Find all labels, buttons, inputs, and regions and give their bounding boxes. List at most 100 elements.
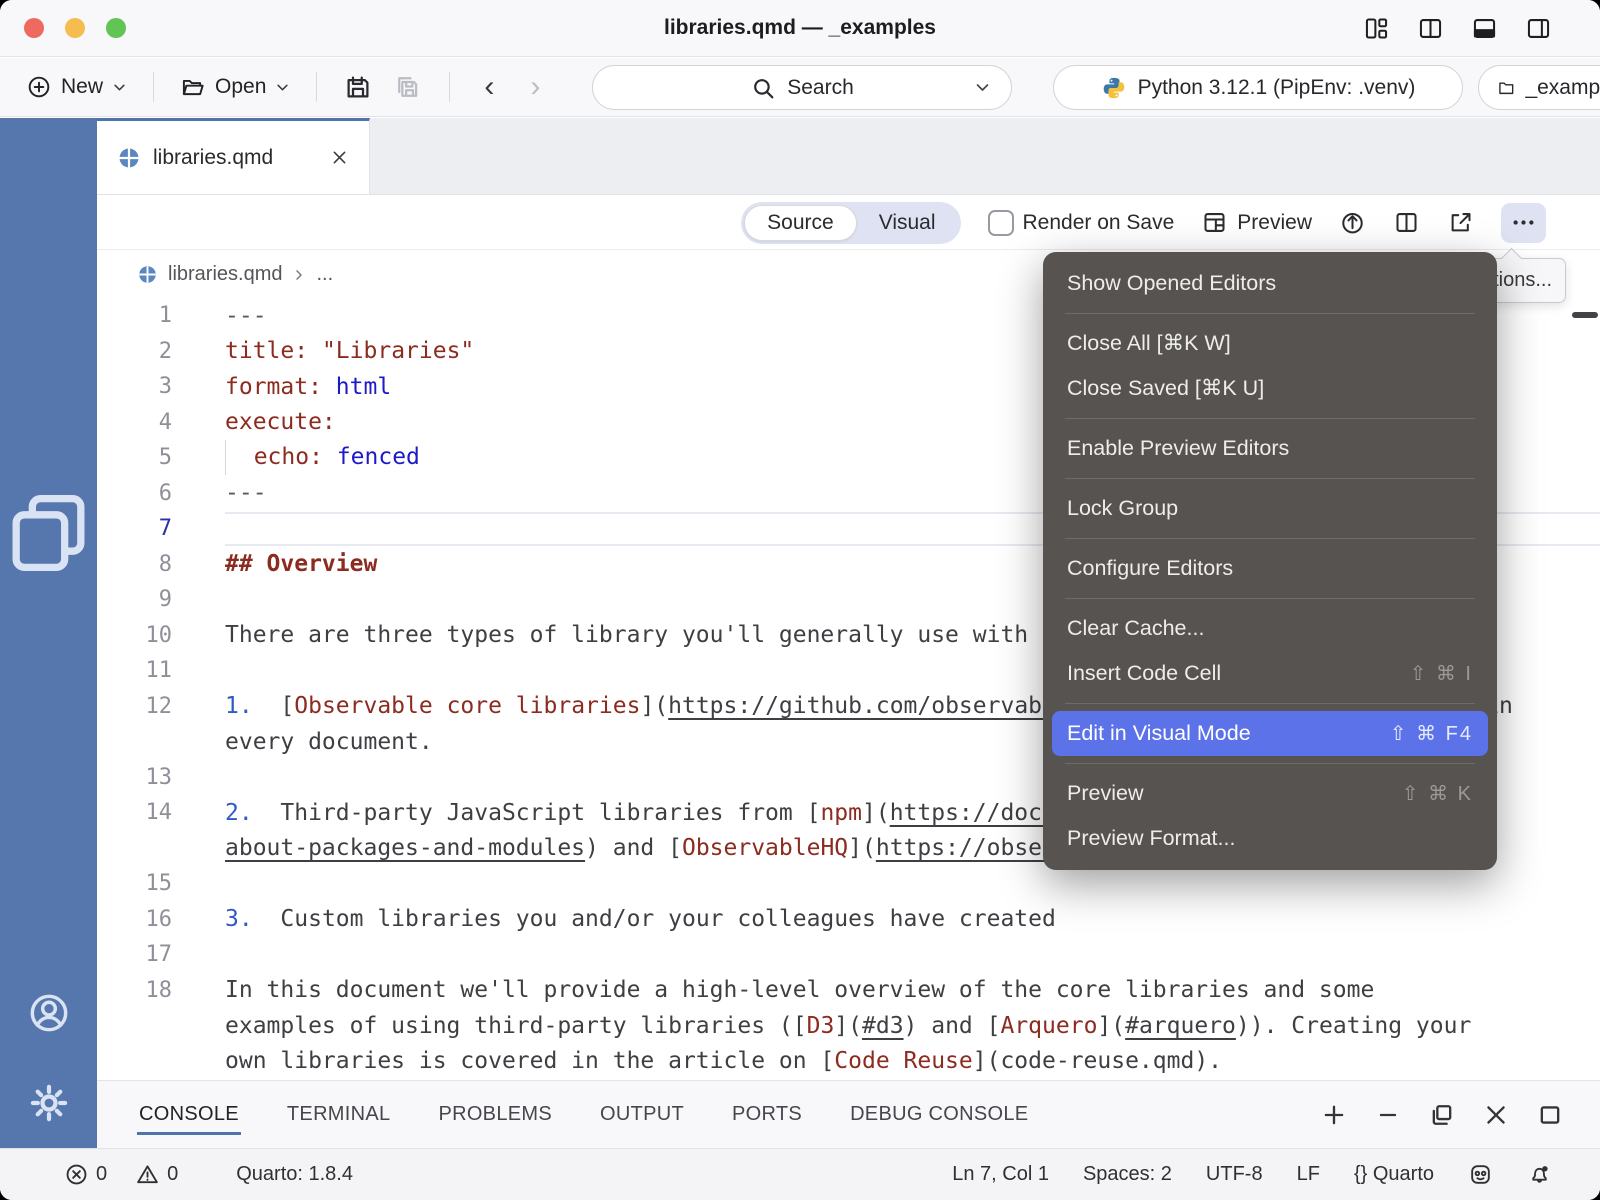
line-number: 15 [97, 871, 172, 896]
status-item-spaces-2[interactable]: Spaces: 2 [1083, 1163, 1172, 1186]
status-item-0[interactable]: 0 [64, 1162, 107, 1187]
chevron-down-icon [974, 79, 991, 96]
status-item-utf-8[interactable]: UTF-8 [1206, 1163, 1263, 1186]
source-mode-button[interactable]: Source [744, 205, 857, 241]
open-external-icon[interactable] [1447, 209, 1474, 236]
interpreter-selector[interactable]: Python 3.12.1 (PipEnv: .venv) [1053, 65, 1463, 110]
search-icon [750, 75, 776, 101]
split-editor-layout-icon[interactable] [1417, 15, 1444, 42]
menu-item-close-all-k-w[interactable]: Close All [⌘K W] [1043, 321, 1497, 366]
panel-actions [1320, 1101, 1600, 1129]
line-number: 10 [97, 623, 172, 648]
status-left: 0 0 Quarto: 1.8.4 [64, 1162, 367, 1187]
menu-shortcut: ⇧ ⌘ F4 [1390, 721, 1473, 746]
folder-icon [1497, 75, 1515, 101]
menu-item-enable-preview-editors[interactable]: Enable Preview Editors [1043, 426, 1497, 471]
panel-tab-debug-console[interactable]: DEBUG CONSOLE [848, 1095, 1030, 1135]
code-text: every document. [225, 729, 433, 755]
save-all-icon[interactable] [393, 72, 423, 102]
preview-button[interactable]: Preview [1201, 209, 1312, 236]
breadcrumb-more[interactable]: ... [316, 263, 333, 286]
panel-tab-terminal[interactable]: TERMINAL [285, 1095, 393, 1135]
code-text: format: html [225, 374, 391, 400]
preview-icon [1201, 209, 1228, 236]
quarto-file-icon [117, 146, 141, 170]
menu-item-preview[interactable]: Preview⇧ ⌘ K [1043, 771, 1497, 816]
layout-customize-icon[interactable] [1363, 15, 1390, 42]
menu-item-configure-editors[interactable]: Configure Editors [1043, 546, 1497, 591]
line-number: 8 [97, 552, 172, 577]
close-tab-icon[interactable] [330, 148, 349, 167]
code-line[interactable]: 17 [97, 937, 1600, 973]
status-item-0[interactable]: 0 [135, 1162, 178, 1187]
code-line[interactable]: own libraries is covered in the article … [97, 1044, 1600, 1080]
ellipsis-icon [1510, 209, 1537, 236]
code-text: echo: fenced [225, 440, 420, 475]
code-text: examples of using third-party libraries … [225, 1013, 1471, 1039]
menu-item-edit-in-visual-mode[interactable]: Edit in Visual Mode⇧ ⌘ F4 [1052, 711, 1488, 756]
activity-bar-bottom [26, 990, 72, 1126]
save-icon[interactable] [343, 72, 373, 102]
status-item-feedback-smiley-icon[interactable] [1468, 1162, 1493, 1187]
panel-tab-console[interactable]: CONSOLE [137, 1095, 241, 1135]
bell-icon [1527, 1162, 1552, 1187]
forward-button[interactable]: › [522, 70, 548, 104]
panel-tab-problems[interactable]: PROBLEMS [436, 1095, 554, 1135]
restore-icon[interactable] [1428, 1101, 1456, 1129]
line-number: 12 [97, 694, 172, 719]
code-line[interactable]: examples of using third-party libraries … [97, 1008, 1600, 1044]
status-right: Ln 7, Col 1 Spaces: 2 UTF-8 LF {} Quarto [952, 1162, 1552, 1187]
status-item-lf[interactable]: LF [1297, 1163, 1320, 1186]
folder-open-icon [180, 74, 206, 100]
more-actions-button[interactable] [1501, 203, 1546, 243]
secondary-sidebar-icon[interactable] [1525, 15, 1552, 42]
code-line[interactable]: 18In this document we'll provide a high-… [97, 973, 1600, 1009]
status-item-quarto[interactable]: {} Quarto [1354, 1163, 1434, 1186]
line-number: 17 [97, 942, 172, 967]
status-item-ln-7-col-1[interactable]: Ln 7, Col 1 [952, 1163, 1049, 1186]
open-button[interactable]: Open [180, 74, 290, 100]
line-number: 9 [97, 587, 172, 612]
plus-icon[interactable] [1320, 1101, 1348, 1129]
status-item-bell-icon[interactable] [1527, 1162, 1552, 1187]
status-bar: 0 0 Quarto: 1.8.4 Ln 7, Col 1 Spaces: 2 UTF-… [0, 1148, 1600, 1200]
menu-item-clear-cache[interactable]: Clear Cache... [1043, 606, 1497, 651]
code-text: title: "Libraries" [225, 338, 474, 364]
menu-item-close-saved-k-u[interactable]: Close Saved [⌘K U] [1043, 366, 1497, 411]
visual-mode-button[interactable]: Visual [857, 205, 958, 241]
code-line[interactable]: 163. Custom libraries you and/or your co… [97, 902, 1600, 938]
maximize-panel-icon[interactable] [1536, 1101, 1564, 1129]
back-button[interactable]: ‹ [476, 70, 502, 104]
account-icon[interactable] [26, 990, 72, 1036]
new-button[interactable]: New [26, 74, 127, 100]
line-number: 7 [97, 516, 172, 541]
menu-divider [1065, 703, 1475, 704]
menu-divider [1065, 478, 1475, 479]
code-text: ## Overview [225, 551, 377, 577]
menu-item-preview-format[interactable]: Preview Format... [1043, 816, 1497, 861]
divider [316, 72, 317, 102]
panel-tab-ports[interactable]: PORTS [730, 1095, 804, 1135]
menu-item-show-opened-editors[interactable]: Show Opened Editors [1043, 261, 1497, 306]
explorer-icon[interactable] [0, 145, 97, 921]
quarto-file-icon [137, 264, 158, 285]
minimize-icon[interactable] [1374, 1101, 1402, 1129]
workspace-folder-button[interactable]: _examples [1478, 65, 1600, 110]
line-number: 1 [97, 303, 172, 328]
menu-item-insert-code-cell[interactable]: Insert Code Cell⇧ ⌘ I [1043, 651, 1497, 696]
close-icon[interactable] [1482, 1101, 1510, 1129]
panel-tab-output[interactable]: OUTPUT [598, 1095, 686, 1135]
breadcrumb-file[interactable]: libraries.qmd [168, 263, 282, 286]
split-editor-icon[interactable] [1393, 209, 1420, 236]
search-input[interactable]: Search [592, 65, 1012, 110]
tab-libraries-qmd[interactable]: libraries.qmd [97, 118, 370, 194]
menu-item-lock-group[interactable]: Lock Group [1043, 486, 1497, 531]
render-on-save-checkbox[interactable] [988, 210, 1014, 236]
code-line[interactable]: 15 [97, 866, 1600, 902]
settings-gear-icon[interactable] [26, 1080, 72, 1126]
activity-bar [0, 118, 97, 1148]
code-text: 3. Custom libraries you and/or your coll… [225, 906, 1056, 932]
panel-layout-icon[interactable] [1471, 15, 1498, 42]
publish-icon[interactable] [1339, 209, 1366, 236]
status-item-quarto-1-8-4[interactable]: Quarto: 1.8.4 [236, 1163, 353, 1186]
